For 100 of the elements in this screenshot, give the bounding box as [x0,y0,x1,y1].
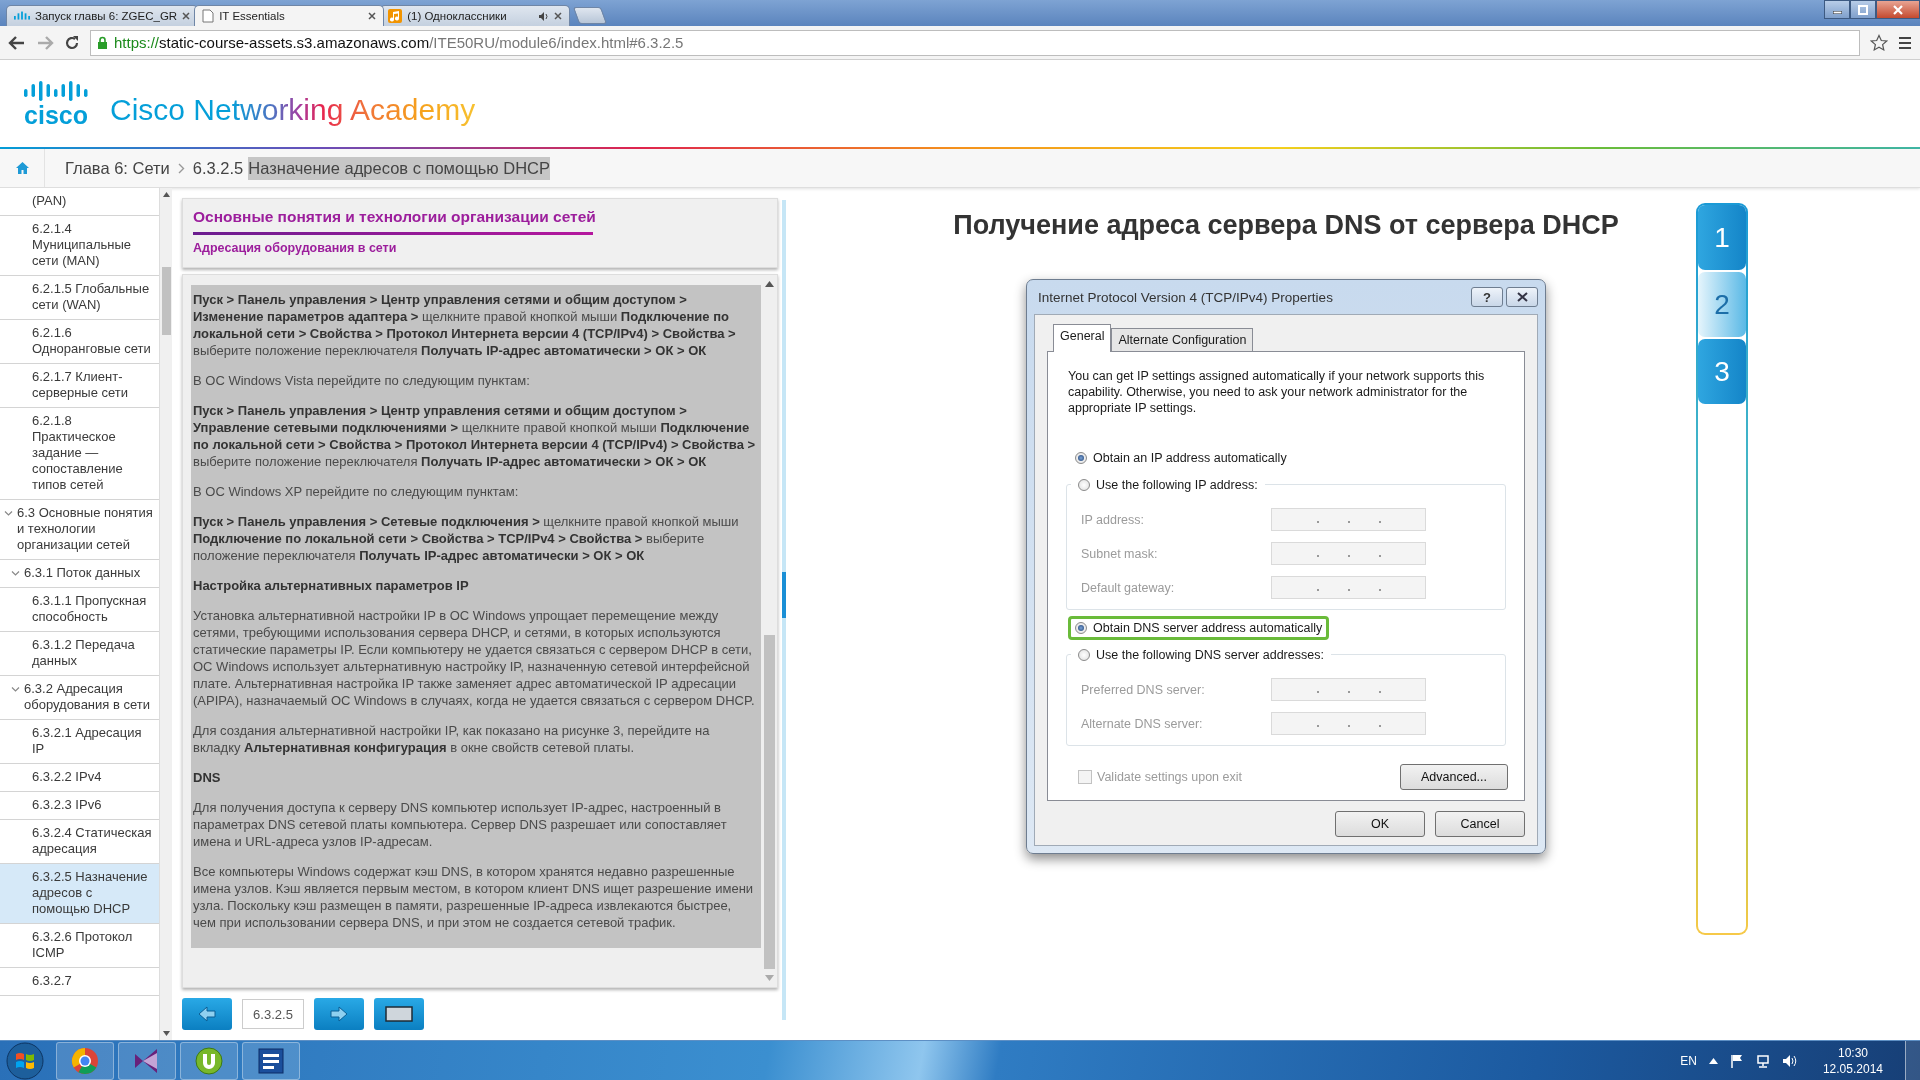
advanced-button[interactable]: Advanced... [1400,764,1508,790]
field-label: Alternate DNS server: [1080,716,1204,731]
previous-button[interactable] [182,998,232,1030]
close-icon [1893,4,1903,15]
browser-tab[interactable]: IT Essentials [194,5,385,26]
close-icon[interactable] [182,12,191,20]
chevron-down-icon [11,569,20,578]
close-button[interactable] [1876,0,1920,19]
close-button[interactable] [1506,287,1538,307]
star-icon[interactable] [1870,33,1888,52]
field-label: Preferred DNS server: [1080,682,1206,697]
taskbar-button[interactable] [180,1041,238,1080]
radio-button[interactable] [1075,622,1087,634]
close-icon[interactable] [368,12,377,20]
browser-app-icon [70,1045,100,1076]
taskbar-button[interactable] [242,1041,300,1080]
scrollbar-thumb[interactable] [782,572,786,618]
radio-button[interactable] [1075,452,1087,464]
page-field[interactable]: 6.3.2.5 [242,999,304,1029]
page-icon [202,9,215,23]
field-label: Subnet mask: [1080,546,1159,561]
new-tab-button[interactable] [573,7,608,24]
minimize-icon [1832,11,1842,14]
scrollbar[interactable] [160,188,172,1040]
dialog-tab[interactable]: General [1053,324,1112,352]
scrollbar-thumb[interactable] [161,267,171,335]
close-icon[interactable] [554,12,563,20]
network-icon[interactable] [1755,1053,1770,1068]
chevron-down-icon [4,509,13,518]
start-orb-icon[interactable] [6,1041,44,1080]
address-input[interactable] [1271,712,1426,735]
paragraph: В ОС Windows XP перейдите по следующим пунктам: [193,483,520,500]
menu-icon[interactable] [1898,35,1912,50]
back-icon[interactable] [8,34,26,51]
screen-icon [385,1006,413,1022]
address-input[interactable] [1271,542,1426,565]
address-field[interactable]: https://static-course-assets.s3.amazonaws.com/ITE50RU/module6/index.html#6.3.2.5 [90,29,1860,56]
chevron-icon [177,162,185,174]
paragraph: Пуск > Панель управления > Центр управления сетями и общим доступом > Управление сетевыми подключениями > щелкните правой кнопкой мыши Подключение по локальной сети > Свойства > Протокол Интернета версии 4 (TCP/IPv4) > Свойства > выберите положение переключателя Получать IP-адрес автоматически > ОК > ОК [193,402,757,470]
paragraph: Для создания альтернативной настройки IP, как показано на рисунке 3, перейдите на вкладку Альтернативная конфигурация в окне свойств сетевой платы. [193,722,711,756]
section-heading: DNS [193,769,222,786]
help-button[interactable]: ? [1471,287,1503,307]
scrollbar-thumb[interactable] [763,635,775,969]
radio-button[interactable] [1078,479,1090,491]
paragraph: Пуск > Панель управления > Центр управления сетями и общим доступом > Изменение параметров адаптера > щелкните правой кнопкой мыши Подключение по локальной сети > Свойства > Протокол Интернета версии 4 (TCP/IPv4) > Свойства > выберите положение переключателя Получать IP-адрес автоматически > ОК > ОК [193,291,737,359]
lesson-title: Основные понятия и технологии организации сетей [193,208,597,226]
show-desktop-button[interactable] [1905,1040,1920,1080]
address-input[interactable] [1271,678,1426,701]
scrollbar[interactable] [782,200,786,1020]
radio-button[interactable] [1078,649,1090,661]
dialog-title: Internet Protocol Version 4 (TCP/IPv4) Properties [1037,289,1334,305]
breadcrumb-current: Назначение адресов с помощью DHCP [248,156,551,180]
close-icon [1516,292,1528,302]
chevron-down-icon [11,685,20,694]
tray-expand-icon[interactable] [1708,1057,1718,1064]
description-text: You can get IP settings assigned automatically if your network supports this capability. Otherwise, you need to ask your network administrator for the appropriate IP settings. [1068,368,1486,416]
field-label: Default gateway: [1080,580,1176,595]
taskbar-button[interactable] [118,1041,176,1080]
lesson-subtitle: Адресация оборудования в сети [193,241,398,255]
fullscreen-button[interactable] [374,998,424,1030]
figure-title: Получение адреса сервера DNS от сервера DHCP [953,210,1619,241]
logo-text: cisco [24,102,88,127]
paragraph: В ОС Windows Vista перейдите по следующим пунктам: [193,372,531,389]
torrent-app-icon [194,1045,224,1076]
paragraph: Для получения доступа к серверу DNS компьютер использует IP-адрес, настроенный в параметрах DNS сетевой платы компьютера. Сервер DNS разрешает или сопоставляет имена и URL-адреса узлов IP-адресам. [193,799,728,850]
address-input[interactable] [1271,508,1426,531]
clock[interactable]: 10:30 12.05.2014 [1822,1044,1883,1077]
maximize-button[interactable] [1850,0,1876,19]
nav-item[interactable]: 6.3.2.5 Назначение адресов с помощью DHCP [0,864,160,924]
language-indicator[interactable]: EN [1680,1053,1697,1068]
scroll-down-icon[interactable] [162,1031,170,1036]
arrow-left-icon [197,1006,217,1022]
minimize-button[interactable] [1824,0,1850,19]
paragraph: Установка альтернативной настройки IP в ОС Windows упрощает перемещение между сетями, требующими использования сервера DHCP, и сетями, в которых используются статические параметры IP. Если компьютеру не удается связаться с сервером DHCP в сети, ОС Windows использует альтернативную настройку IP, назначенную сетевой интерфейсной плате. Альтернативная настройка IP также заменяет адрес автоматической IP адресации (APIPA), назначаемый ОС Windows в случаях, когда не удается связаться с сервером DHCP. [193,607,756,709]
lock-icon [97,35,108,50]
arrow-right-icon [329,1006,349,1022]
paragraph: Пуск > Панель управления > Сетевые подключения > щелкните правой кнопкой мыши Подключение по локальной сети > Свойства > TCP/IPv4 > Свойства > выберите положение переключателя Получать IP-адрес автоматически > ОК > ОК [193,513,740,564]
dialog-tab[interactable]: Alternate Configuration [1111,328,1254,351]
section-heading: Настройка альтернативных параметров IP [193,577,470,594]
scroll-up-icon[interactable] [764,281,774,287]
bars-icon [14,11,30,21]
flag-icon[interactable] [1729,1053,1744,1068]
breadcrumb-link[interactable]: Глава 6: Сети [65,158,170,178]
paragraph: Все компьютеры Windows содержат кэш DNS, в котором хранятся недавно разрешенные имена узлов. Кэш является первым местом, в котором клиент DNS ищет разрешение имени узла. Поскольку кэш размещен в памяти, разрешенные IP-адреса извлекаются быстрее, чем при использовании сервера DNS, и при этом не создается сетевой трафик. [193,863,755,931]
field-label: IP address: [1080,512,1145,527]
logo-bars-icon [24,80,88,101]
reload-icon[interactable] [64,34,80,51]
volume-icon[interactable] [1781,1053,1797,1068]
next-button[interactable] [314,998,364,1030]
scroll-up-icon[interactable] [162,192,170,197]
radio-option[interactable]: Obtain DNS server address automatically [1068,616,1330,640]
home-icon [15,162,29,174]
music-icon [388,9,403,23]
maximize-icon [1858,4,1868,15]
ok-button[interactable]: OK [1335,811,1425,837]
document-app-icon [256,1045,286,1076]
cancel-button[interactable]: Cancel [1435,811,1525,837]
breadcrumb-section: 6.3.2.5 [192,158,244,178]
address-input[interactable] [1271,576,1426,599]
checkbox-label: Validate settings upon exit [1097,770,1242,784]
